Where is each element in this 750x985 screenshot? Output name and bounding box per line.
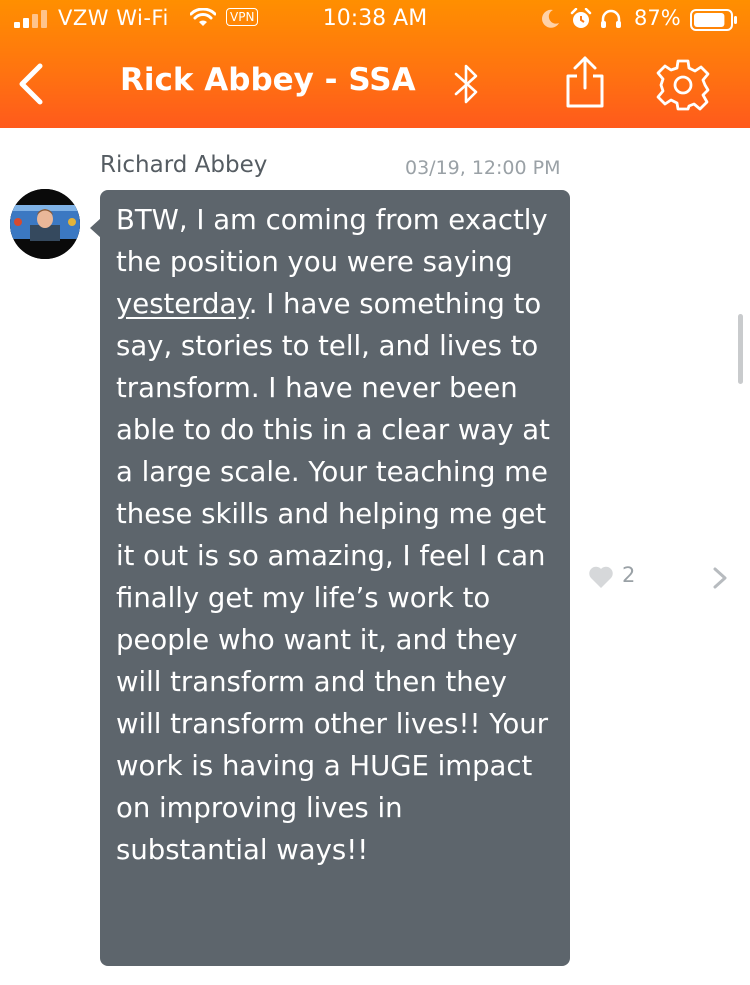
battery-icon bbox=[690, 9, 737, 31]
back-button[interactable] bbox=[12, 58, 52, 110]
battery-percent: 87% bbox=[634, 6, 681, 30]
avatar[interactable] bbox=[10, 189, 80, 259]
sender-name: Richard Abbey bbox=[100, 152, 268, 178]
message-text: BTW, I am coming from exactly the positi… bbox=[116, 199, 561, 871]
bluetooth-icon bbox=[454, 64, 478, 104]
back-icon bbox=[19, 63, 43, 105]
gear-icon bbox=[656, 59, 710, 111]
message-timestamp: 03/19, 12:00 PM bbox=[405, 157, 561, 179]
do-not-disturb-moon-icon bbox=[542, 9, 559, 28]
share-button[interactable] bbox=[562, 54, 608, 110]
alarm-icon bbox=[570, 8, 592, 28]
heart-icon[interactable] bbox=[588, 565, 614, 589]
settings-button[interactable] bbox=[656, 58, 710, 112]
date-link[interactable]: yesterday bbox=[116, 288, 249, 320]
share-icon bbox=[566, 56, 604, 108]
headphones-icon bbox=[601, 9, 621, 28]
message-text-end: . I have something to say, stories to te… bbox=[116, 288, 550, 866]
chevron-right-icon[interactable] bbox=[708, 564, 732, 592]
like-count: 2 bbox=[622, 563, 636, 587]
header-bar: VZW Wi-Fi VPN 10:38 AM 87% Rick Abbey - … bbox=[0, 0, 750, 128]
message-text-start: BTW, I am coming from exactly the positi… bbox=[116, 204, 548, 278]
scrollbar[interactable] bbox=[738, 314, 743, 384]
status-bar: VZW Wi-Fi VPN 10:38 AM 87% bbox=[0, 0, 750, 40]
conversation-title: Rick Abbey - SSA bbox=[120, 62, 416, 98]
bluetooth-button[interactable] bbox=[448, 58, 484, 110]
